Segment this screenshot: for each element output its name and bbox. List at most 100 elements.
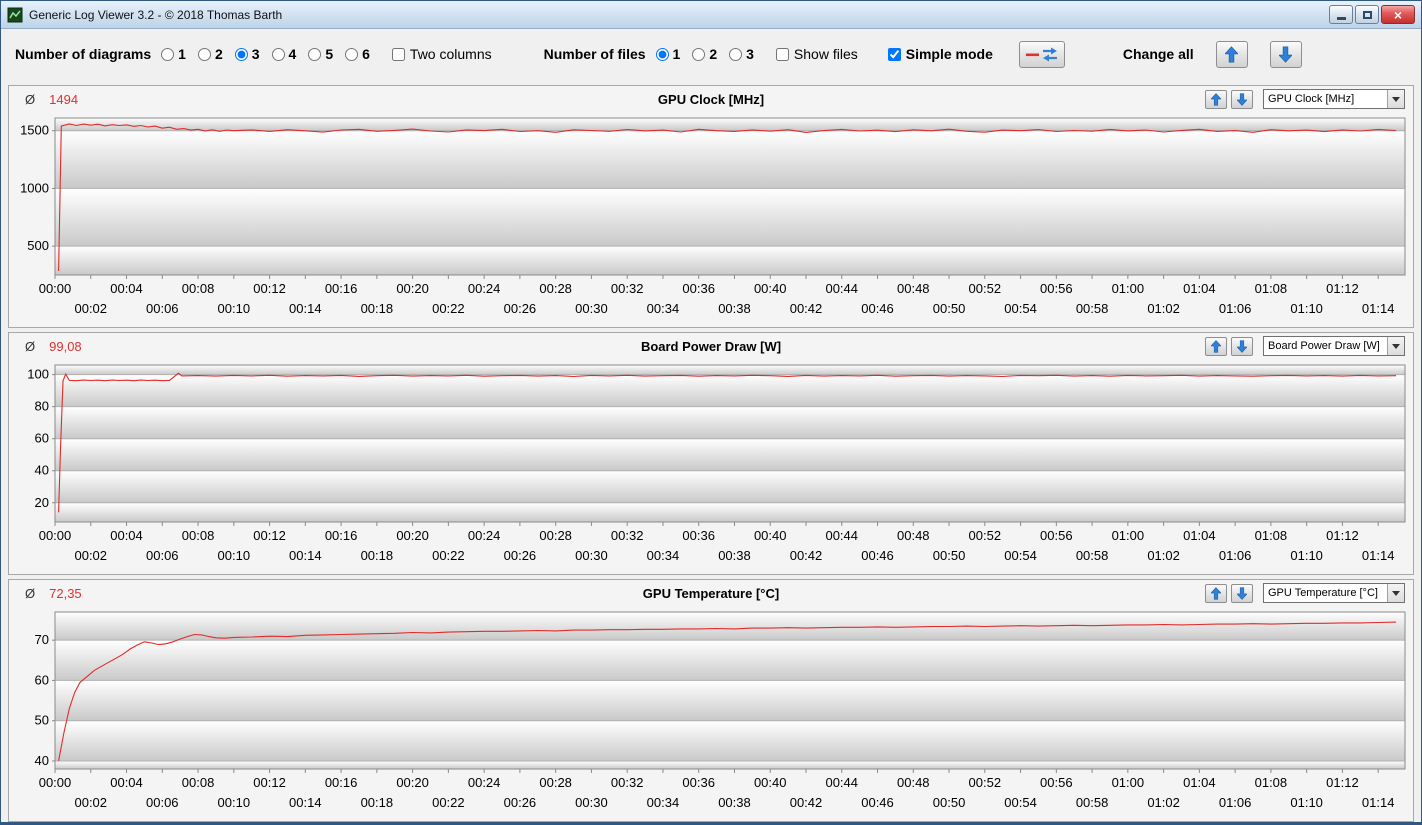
svg-text:01:14: 01:14 [1362,548,1395,563]
gpu-temperature-chart[interactable]: 4050607000:0000:0200:0400:0600:0800:1000… [9,606,1413,821]
board-power-chart[interactable]: 2040608010000:0000:0200:0400:0600:0800:1… [9,359,1413,574]
svg-text:01:02: 01:02 [1147,548,1180,563]
two-columns-input[interactable] [391,47,405,61]
diagrams-radio-label-6: 6 [362,46,370,62]
files-option-2[interactable]: 2 [692,46,717,62]
svg-text:00:52: 00:52 [969,281,1002,296]
files-radio-1[interactable] [655,47,669,61]
files-option-1[interactable]: 1 [655,46,680,62]
svg-text:01:06: 01:06 [1219,301,1252,316]
svg-text:00:52: 00:52 [969,775,1002,790]
svg-text:01:14: 01:14 [1362,301,1395,316]
svg-text:00:14: 00:14 [289,548,322,563]
chart-panel-gpu-temperature: Ø 72,35 GPU Temperature [°C] GPU Tempera… [8,579,1414,822]
svg-text:00:40: 00:40 [754,775,787,790]
refresh-lines-button[interactable] [1018,40,1065,68]
show-files-input[interactable] [775,47,789,61]
svg-text:01:00: 01:00 [1112,528,1145,543]
diagrams-radio-group: 1 2 3 4 5 6 [161,46,382,62]
svg-text:1000: 1000 [20,180,49,195]
svg-text:00:18: 00:18 [361,795,394,810]
svg-text:00:40: 00:40 [754,281,787,296]
maximize-button[interactable] [1355,5,1379,24]
diagrams-radio-6[interactable] [345,47,359,61]
diagrams-option-6[interactable]: 6 [345,46,370,62]
panel-header: Ø 1494 GPU Clock [MHz] GPU Clock [MHz] [9,86,1413,112]
diagrams-radio-3[interactable] [234,47,248,61]
svg-text:80: 80 [35,399,49,414]
simple-mode-input[interactable] [887,47,901,61]
svg-text:00:32: 00:32 [611,528,644,543]
average-value: 1494 [49,91,79,107]
svg-text:01:04: 01:04 [1183,775,1216,790]
diagrams-radio-label-4: 4 [288,46,297,62]
svg-text:00:32: 00:32 [611,775,644,790]
svg-text:00:50: 00:50 [933,301,966,316]
change-all-up-button[interactable] [1215,40,1248,68]
svg-text:00:32: 00:32 [611,281,644,296]
simple-mode-checkbox[interactable]: Simple mode [887,46,993,62]
svg-text:500: 500 [27,238,49,253]
svg-text:00:58: 00:58 [1076,301,1109,316]
diagrams-option-3[interactable]: 3 [234,46,260,62]
svg-text:01:00: 01:00 [1112,775,1145,790]
move-chart-up-button[interactable] [1205,89,1227,109]
svg-text:00:48: 00:48 [897,775,930,790]
diagrams-option-4[interactable]: 4 [271,46,297,62]
svg-text:00:42: 00:42 [790,548,823,563]
svg-text:00:30: 00:30 [575,795,608,810]
up-arrow-icon [1211,92,1221,106]
diagrams-option-1[interactable]: 1 [161,46,186,62]
gpu-clock-chart[interactable]: 5001000150000:0000:0200:0400:0600:0800:1… [9,112,1413,327]
combo-dropdown-button[interactable] [1387,337,1404,355]
two-columns-checkbox[interactable]: Two columns [391,46,492,62]
average-readout: Ø 99,08 [25,339,82,354]
move-chart-down-button[interactable] [1231,89,1253,109]
svg-text:00:48: 00:48 [897,528,930,543]
svg-text:00:56: 00:56 [1040,281,1073,296]
combo-dropdown-button[interactable] [1387,584,1404,602]
channel-select[interactable]: Board Power Draw [W] [1263,336,1405,356]
svg-text:50: 50 [35,713,49,728]
show-files-checkbox[interactable]: Show files [775,46,858,62]
diagrams-option-5[interactable]: 5 [308,46,333,62]
close-button[interactable]: × [1381,5,1415,24]
average-symbol: Ø [25,91,36,107]
move-chart-up-button[interactable] [1205,336,1227,356]
panel-controls: GPU Clock [MHz] [1205,89,1405,109]
diagrams-option-2[interactable]: 2 [197,46,223,62]
svg-text:00:46: 00:46 [861,795,894,810]
channel-select[interactable]: GPU Temperature [°C] [1263,583,1405,603]
panel-header: Ø 99,08 Board Power Draw [W] Board Power… [9,333,1413,359]
svg-text:00:58: 00:58 [1076,795,1109,810]
diagrams-radio-2[interactable] [197,47,211,61]
svg-text:00:00: 00:00 [39,528,72,543]
files-radio-2[interactable] [692,47,706,61]
title-bar[interactable]: Generic Log Viewer 3.2 - © 2018 Thomas B… [1,1,1421,29]
svg-text:00:12: 00:12 [253,775,286,790]
minimize-button[interactable] [1329,5,1353,24]
chart-title: GPU Temperature [°C] [642,585,780,601]
svg-text:00:02: 00:02 [74,301,107,316]
svg-text:00:16: 00:16 [325,775,358,790]
files-radio-3[interactable] [729,47,743,61]
diagrams-radio-4[interactable] [271,47,285,61]
diagrams-radio-5[interactable] [308,47,322,61]
move-chart-down-button[interactable] [1231,336,1253,356]
move-chart-up-button[interactable] [1205,583,1227,603]
svg-text:01:08: 01:08 [1255,775,1288,790]
close-icon: × [1393,6,1403,23]
down-arrow-icon [1237,586,1247,600]
combo-dropdown-button[interactable] [1387,90,1404,108]
files-option-3[interactable]: 3 [729,46,754,62]
svg-text:00:38: 00:38 [718,548,751,563]
diagrams-radio-1[interactable] [161,47,175,61]
chevron-down-icon [1392,96,1400,102]
channel-select[interactable]: GPU Clock [MHz] [1263,89,1405,109]
svg-text:00:54: 00:54 [1004,301,1037,316]
average-symbol: Ø [25,338,36,354]
change-all-down-button[interactable] [1269,40,1302,68]
move-chart-down-button[interactable] [1231,583,1253,603]
svg-text:00:04: 00:04 [110,528,143,543]
change-all-label: Change all [1122,46,1194,62]
